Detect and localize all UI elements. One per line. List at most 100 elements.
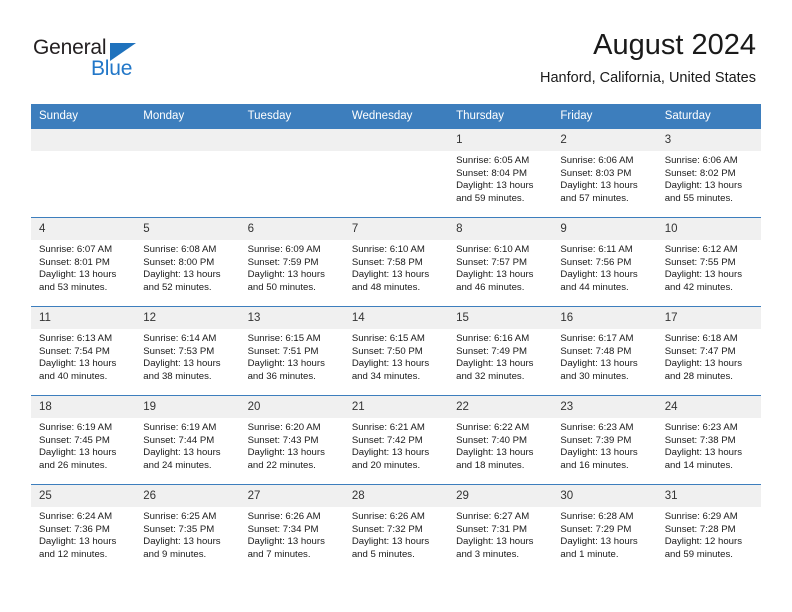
calendar-week-row: 18 Sunrise: 6:19 AM Sunset: 7:45 PM Dayligh… — [31, 395, 761, 485]
sunrise-text: Sunrise: 6:06 AM — [664, 155, 738, 166]
calendar-day-cell[interactable]: 26 Sunrise: 6:25 AM Sunset: 7:35 PM Dayligh… — [135, 484, 240, 574]
daylight-text-line1: Daylight: 13 hours — [247, 269, 325, 281]
sunset-text: Sunset: 7:53 PM — [143, 345, 215, 357]
weekday-header-sunday: Sunday — [31, 104, 136, 129]
day-sun-info: Sunrise: 6:12 AM Sunset: 7:55 PM Daylight:… — [657, 240, 761, 294]
calendar-day-cell[interactable]: 29 Sunrise: 6:27 AM Sunset: 7:31 PM Dayligh… — [448, 484, 553, 574]
daylight-text-line2: and 48 minutes. — [351, 281, 421, 293]
daylight-text-line2: and 20 minutes. — [351, 459, 421, 471]
calendar-day-cell[interactable]: 6 Sunrise: 6:09 AM Sunset: 7:59 PM Daylight… — [239, 217, 344, 307]
page-header: General Blue August 2024 Hanford, Califo… — [0, 0, 792, 100]
calendar-day-cell[interactable]: 19 Sunrise: 6:19 AM Sunset: 7:44 PM Dayligh… — [135, 395, 240, 485]
sunset-text: Sunset: 7:48 PM — [560, 345, 632, 357]
calendar-day-cell[interactable]: 28 Sunrise: 6:26 AM Sunset: 7:32 PM Dayligh… — [343, 484, 449, 574]
daylight-text-line1: Daylight: 13 hours — [560, 180, 638, 192]
weekday-header-saturday: Saturday — [656, 104, 761, 129]
day-number: 16 — [552, 307, 657, 329]
daylight-text-line2: and 50 minutes. — [247, 281, 316, 293]
calendar-day-cell[interactable]: 12 Sunrise: 6:14 AM Sunset: 7:53 PM Dayligh… — [135, 306, 240, 396]
daylight-text-line2: and 18 minutes. — [456, 459, 525, 471]
sunset-text: Sunset: 8:03 PM — [560, 167, 632, 179]
day-sun-info: Sunrise: 6:23 AM Sunset: 7:39 PM Daylight:… — [552, 418, 656, 472]
daylight-text-line1: Daylight: 13 hours — [247, 358, 325, 370]
calendar-day-cell[interactable]: 20 Sunrise: 6:20 AM Sunset: 7:43 PM Dayligh… — [239, 395, 344, 485]
sunset-text: Sunset: 7:59 PM — [247, 256, 319, 268]
page-title: August 2024 — [593, 29, 756, 61]
day-sun-info: Sunrise: 6:13 AM Sunset: 7:54 PM Daylight:… — [31, 329, 135, 383]
sunrise-text: Sunrise: 6:10 AM — [351, 244, 425, 255]
day-sun-info: Sunrise: 6:14 AM Sunset: 7:53 PM Daylight:… — [135, 329, 239, 383]
calendar-day-cell[interactable]: 1 Sunrise: 6:05 AM Sunset: 8:04 PM Daylight… — [448, 128, 553, 218]
calendar-day-cell[interactable]: 18 Sunrise: 6:19 AM Sunset: 7:45 PM Dayligh… — [31, 395, 136, 485]
calendar-day-cell[interactable]: 8 Sunrise: 6:10 AM Sunset: 7:57 PM Daylight… — [448, 217, 553, 307]
daylight-text-line1: Daylight: 13 hours — [664, 180, 743, 192]
daylight-text-line1: Daylight: 13 hours — [456, 536, 534, 548]
calendar-day-cell[interactable]: 9 Sunrise: 6:11 AM Sunset: 7:56 PM Daylight… — [552, 217, 657, 307]
calendar-day-cell[interactable]: 13 Sunrise: 6:15 AM Sunset: 7:51 PM Dayligh… — [239, 306, 344, 396]
daylight-text-line2: and 28 minutes. — [664, 370, 733, 382]
daylight-text-line1: Daylight: 13 hours — [560, 358, 638, 370]
day-sun-info: Sunrise: 6:15 AM Sunset: 7:50 PM Daylight:… — [344, 329, 448, 383]
sunrise-text: Sunrise: 6:08 AM — [143, 244, 217, 255]
calendar-day-cell[interactable]: 10 Sunrise: 6:12 AM Sunset: 7:55 PM Dayligh… — [656, 217, 761, 307]
calendar-day-cell[interactable]: 5 Sunrise: 6:08 AM Sunset: 8:00 PM Daylight… — [135, 217, 240, 307]
calendar-day-cell[interactable]: 2 Sunrise: 6:06 AM Sunset: 8:03 PM Daylight… — [552, 128, 657, 218]
sunrise-text: Sunrise: 6:23 AM — [560, 422, 634, 433]
calendar-day-cell[interactable]: 24 Sunrise: 6:23 AM Sunset: 7:38 PM Dayligh… — [656, 395, 761, 485]
sunrise-text: Sunrise: 6:27 AM — [456, 511, 530, 522]
daylight-text-line1: Daylight: 12 hours — [664, 536, 743, 548]
calendar-day-cell[interactable]: 31 Sunrise: 6:29 AM Sunset: 7:28 PM Dayligh… — [656, 484, 761, 574]
calendar-day-cell[interactable]: 4 Sunrise: 6:07 AM Sunset: 8:01 PM Daylight… — [31, 217, 136, 307]
calendar-week-row: 11 Sunrise: 6:13 AM Sunset: 7:54 PM Dayligh… — [31, 306, 761, 396]
day-number: 9 — [552, 218, 657, 240]
daylight-text-line2: and 36 minutes. — [247, 370, 316, 382]
daylight-text-line1: Daylight: 13 hours — [143, 447, 221, 459]
day-number: 13 — [239, 307, 344, 329]
daylight-text-line2: and 53 minutes. — [39, 281, 108, 293]
calendar-day-cell[interactable]: 15 Sunrise: 6:16 AM Sunset: 7:49 PM Dayligh… — [448, 306, 553, 396]
day-number: 11 — [31, 307, 136, 329]
day-number: 17 — [656, 307, 761, 329]
daylight-text-line2: and 7 minutes. — [247, 548, 311, 560]
daylight-text-line1: Daylight: 13 hours — [664, 269, 743, 281]
daylight-text-line2: and 57 minutes. — [560, 192, 629, 204]
calendar-day-cell[interactable]: 25 Sunrise: 6:24 AM Sunset: 7:36 PM Dayligh… — [31, 484, 136, 574]
sunset-text: Sunset: 7:31 PM — [456, 523, 528, 535]
generalblue-logo[interactable]: General Blue — [33, 36, 153, 82]
calendar-week-row: 4 Sunrise: 6:07 AM Sunset: 8:01 PM Daylight… — [31, 217, 761, 307]
daylight-text-line2: and 3 minutes. — [456, 548, 520, 560]
calendar-day-cell[interactable]: 21 Sunrise: 6:21 AM Sunset: 7:42 PM Dayligh… — [343, 395, 449, 485]
sunset-text: Sunset: 7:42 PM — [351, 434, 423, 446]
daylight-text-line2: and 44 minutes. — [560, 281, 629, 293]
sunrise-text: Sunrise: 6:22 AM — [456, 422, 530, 433]
daylight-text-line2: and 46 minutes. — [456, 281, 525, 293]
day-sun-info: Sunrise: 6:22 AM Sunset: 7:40 PM Daylight:… — [448, 418, 552, 472]
weekday-header: Sunday Monday Tuesday Wednesday Thursday Frid… — [31, 104, 761, 129]
calendar-day-cell[interactable]: 22 Sunrise: 6:22 AM Sunset: 7:40 PM Dayligh… — [448, 395, 553, 485]
sunset-text: Sunset: 7:55 PM — [664, 256, 736, 268]
calendar-day-cell[interactable]: 3 Sunrise: 6:06 AM Sunset: 8:02 PM Daylight… — [656, 128, 761, 218]
day-sun-info: Sunrise: 6:16 AM Sunset: 7:49 PM Daylight:… — [448, 329, 552, 383]
day-number: 31 — [656, 485, 761, 507]
calendar-day-cell[interactable]: 17 Sunrise: 6:18 AM Sunset: 7:47 PM Dayligh… — [656, 306, 761, 396]
calendar-body: 1 Sunrise: 6:05 AM Sunset: 8:04 PM Daylight… — [31, 128, 761, 574]
calendar-day-cell[interactable]: 30 Sunrise: 6:28 AM Sunset: 7:29 PM Dayligh… — [552, 484, 657, 574]
calendar-day-cell[interactable]: 16 Sunrise: 6:17 AM Sunset: 7:48 PM Dayligh… — [552, 306, 657, 396]
sunset-text: Sunset: 8:04 PM — [456, 167, 528, 179]
calendar-day-cell[interactable]: 27 Sunrise: 6:26 AM Sunset: 7:34 PM Dayligh… — [239, 484, 344, 574]
day-number: 10 — [656, 218, 761, 240]
sunset-text: Sunset: 7:51 PM — [247, 345, 319, 357]
day-sun-info: Sunrise: 6:27 AM Sunset: 7:31 PM Daylight:… — [448, 507, 552, 561]
day-number: 7 — [343, 218, 449, 240]
day-sun-info: Sunrise: 6:20 AM Sunset: 7:43 PM Daylight:… — [240, 418, 344, 472]
calendar-header-row: Sunday Monday Tuesday Wednesday Thursday Frid… — [31, 104, 761, 129]
sunrise-text: Sunrise: 6:17 AM — [560, 333, 634, 344]
weekday-header-tuesday: Tuesday — [239, 104, 344, 129]
sunset-text: Sunset: 7:29 PM — [560, 523, 632, 535]
calendar-day-cell[interactable]: 7 Sunrise: 6:10 AM Sunset: 7:58 PM Daylight… — [343, 217, 449, 307]
page-subtitle: Hanford, California, United States — [540, 70, 756, 86]
calendar-day-cell[interactable]: 23 Sunrise: 6:23 AM Sunset: 7:39 PM Dayligh… — [552, 395, 657, 485]
calendar-day-cell[interactable]: 11 Sunrise: 6:13 AM Sunset: 7:54 PM Dayligh… — [31, 306, 136, 396]
calendar-day-cell[interactable]: 14 Sunrise: 6:15 AM Sunset: 7:50 PM Dayligh… — [343, 306, 449, 396]
day-number: 2 — [552, 129, 657, 151]
